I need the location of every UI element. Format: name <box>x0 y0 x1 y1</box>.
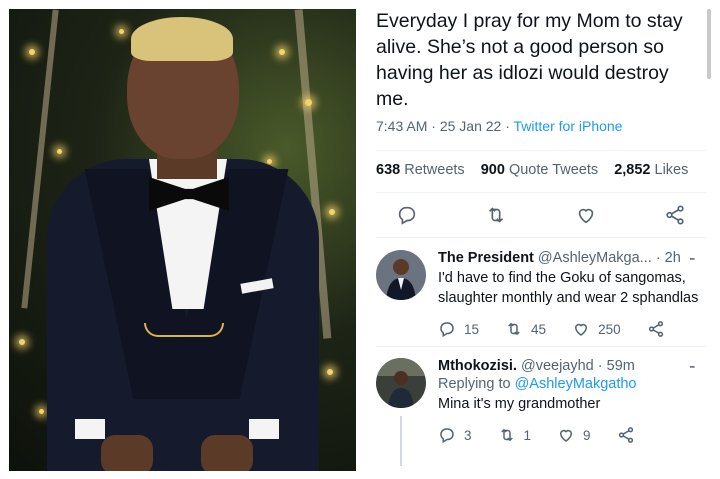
light-bokeh <box>329 209 335 215</box>
retweet-icon[interactable] <box>485 204 507 226</box>
reply-button[interactable]: 15 <box>438 320 479 338</box>
retweet-icon <box>508 322 520 336</box>
light-bokeh <box>57 149 62 154</box>
replying-to: Replying to @AshleyMakgatho <box>438 376 706 392</box>
quote-tweets-label: Quote Tweets <box>508 162 599 178</box>
avatar[interactable] <box>376 250 426 300</box>
light-bokeh <box>19 339 25 345</box>
tweet-actions <box>396 204 686 226</box>
more-icon[interactable]: ● ● ● <box>690 256 696 262</box>
divider <box>376 237 706 238</box>
reply-count: 15 <box>464 321 480 337</box>
reply-icon <box>440 428 454 444</box>
tweet-photo[interactable] <box>9 9 356 471</box>
reply-time[interactable]: · 59m <box>598 358 635 374</box>
tweet-stats: 638 Retweets 900 Quote Tweets 2,852 Like… <box>376 162 700 178</box>
retweet-button[interactable]: 45 <box>505 320 546 338</box>
person-hand <box>201 435 253 471</box>
light-bokeh <box>39 409 44 414</box>
share-icon <box>618 427 633 443</box>
reply-text: Mina it's my grandmother <box>438 396 601 412</box>
reply-author-handle[interactable]: @veejayhd <box>521 358 594 374</box>
avatar[interactable] <box>376 358 426 408</box>
likes-label: Likes <box>654 162 689 178</box>
reply-icon[interactable] <box>396 204 418 226</box>
likes-stat[interactable]: 2,852 Likes <box>614 162 688 178</box>
person-hair <box>131 17 233 61</box>
reply-tweet[interactable]: The President @AshleyMakga... · 2h I'd h… <box>376 250 706 340</box>
reply-author-handle[interactable]: @AshleyMakga... <box>538 250 652 266</box>
light-bokeh <box>29 49 35 55</box>
meta-separator: · <box>431 118 436 134</box>
heart-icon <box>560 429 573 442</box>
reply-header: Mthokozisi. @veejayhd · 59m <box>438 358 706 374</box>
reply-body: The President @AshleyMakga... · 2h I'd h… <box>438 250 706 338</box>
share-button[interactable] <box>647 320 665 338</box>
divider <box>376 150 706 151</box>
reply-body: Mthokozisi. @veejayhd · 59m Replying to … <box>438 358 706 444</box>
more-icon[interactable]: ● ● ● <box>690 364 696 370</box>
likes-count: 2,852 <box>614 162 651 178</box>
retweet-count: 1 <box>523 427 532 443</box>
reply-tweet[interactable]: Mthokozisi. @veejayhd · 59m Replying to … <box>376 358 706 458</box>
replying-to-label: Replying to <box>438 376 511 392</box>
thread-line <box>400 416 402 466</box>
reply-actions: 15 45 250 <box>438 320 706 338</box>
reply-author-name[interactable]: The President <box>438 250 534 266</box>
like-count: 250 <box>598 321 621 337</box>
light-bokeh <box>267 159 272 164</box>
reply-count: 3 <box>464 427 472 443</box>
person-hand <box>101 435 153 471</box>
retweet-icon <box>500 428 513 442</box>
reply-text: I'd have to find the Goku of sangomas, s… <box>438 270 699 306</box>
heart-icon[interactable] <box>575 204 597 226</box>
retweet-count: 45 <box>531 321 547 337</box>
avatar-image <box>376 250 426 300</box>
quote-tweets-stat[interactable]: 900 Quote Tweets <box>481 162 598 178</box>
light-bokeh <box>305 99 312 106</box>
reply-icon <box>440 322 454 338</box>
light-bokeh <box>279 49 285 55</box>
retweet-button[interactable]: 1 <box>498 426 532 444</box>
reply-header: The President @AshleyMakga... · 2h <box>438 250 706 266</box>
heart-icon <box>575 323 588 336</box>
lapel-chain <box>144 323 224 337</box>
reply-time[interactable]: · 2h <box>656 250 681 266</box>
light-bokeh <box>119 29 124 34</box>
retweets-count: 638 <box>376 162 401 178</box>
reply-button[interactable]: 3 <box>438 426 472 444</box>
tweet-meta: 7:43 AM · 25 Jan 22 · Twitter for iPhone <box>376 118 706 134</box>
tweet-source-link[interactable]: Twitter for iPhone <box>514 118 623 134</box>
reply-actions: 3 1 9 <box>438 426 706 444</box>
main-tweet: Everyday I pray for my Mom to stay alive… <box>376 8 706 134</box>
share-icon[interactable] <box>664 204 686 226</box>
tweet-date[interactable]: 25 Jan 22 <box>440 118 502 134</box>
shirt-cuff <box>75 419 105 439</box>
like-button[interactable]: 250 <box>572 320 621 338</box>
share-button[interactable] <box>617 426 635 444</box>
light-bokeh <box>327 369 333 375</box>
divider <box>376 192 706 193</box>
share-icon <box>648 321 663 337</box>
quote-tweets-count: 900 <box>480 162 505 178</box>
meta-separator: · <box>505 118 510 134</box>
tweet-time[interactable]: 7:43 AM <box>376 118 427 134</box>
avatar-image <box>376 358 426 408</box>
divider <box>376 346 706 347</box>
replying-to-handle[interactable]: @AshleyMakgatho <box>515 376 637 392</box>
reply-author-name[interactable]: Mthokozisi. <box>438 358 517 374</box>
like-count: 9 <box>583 427 591 443</box>
retweets-stat[interactable]: 638 Retweets <box>376 162 465 178</box>
tweet-text: Everyday I pray for my Mom to stay alive… <box>376 10 683 110</box>
shirt-cuff <box>249 419 279 439</box>
scrollbar[interactable] <box>707 9 711 79</box>
like-button[interactable]: 9 <box>557 426 591 444</box>
retweets-label: Retweets <box>404 162 465 178</box>
